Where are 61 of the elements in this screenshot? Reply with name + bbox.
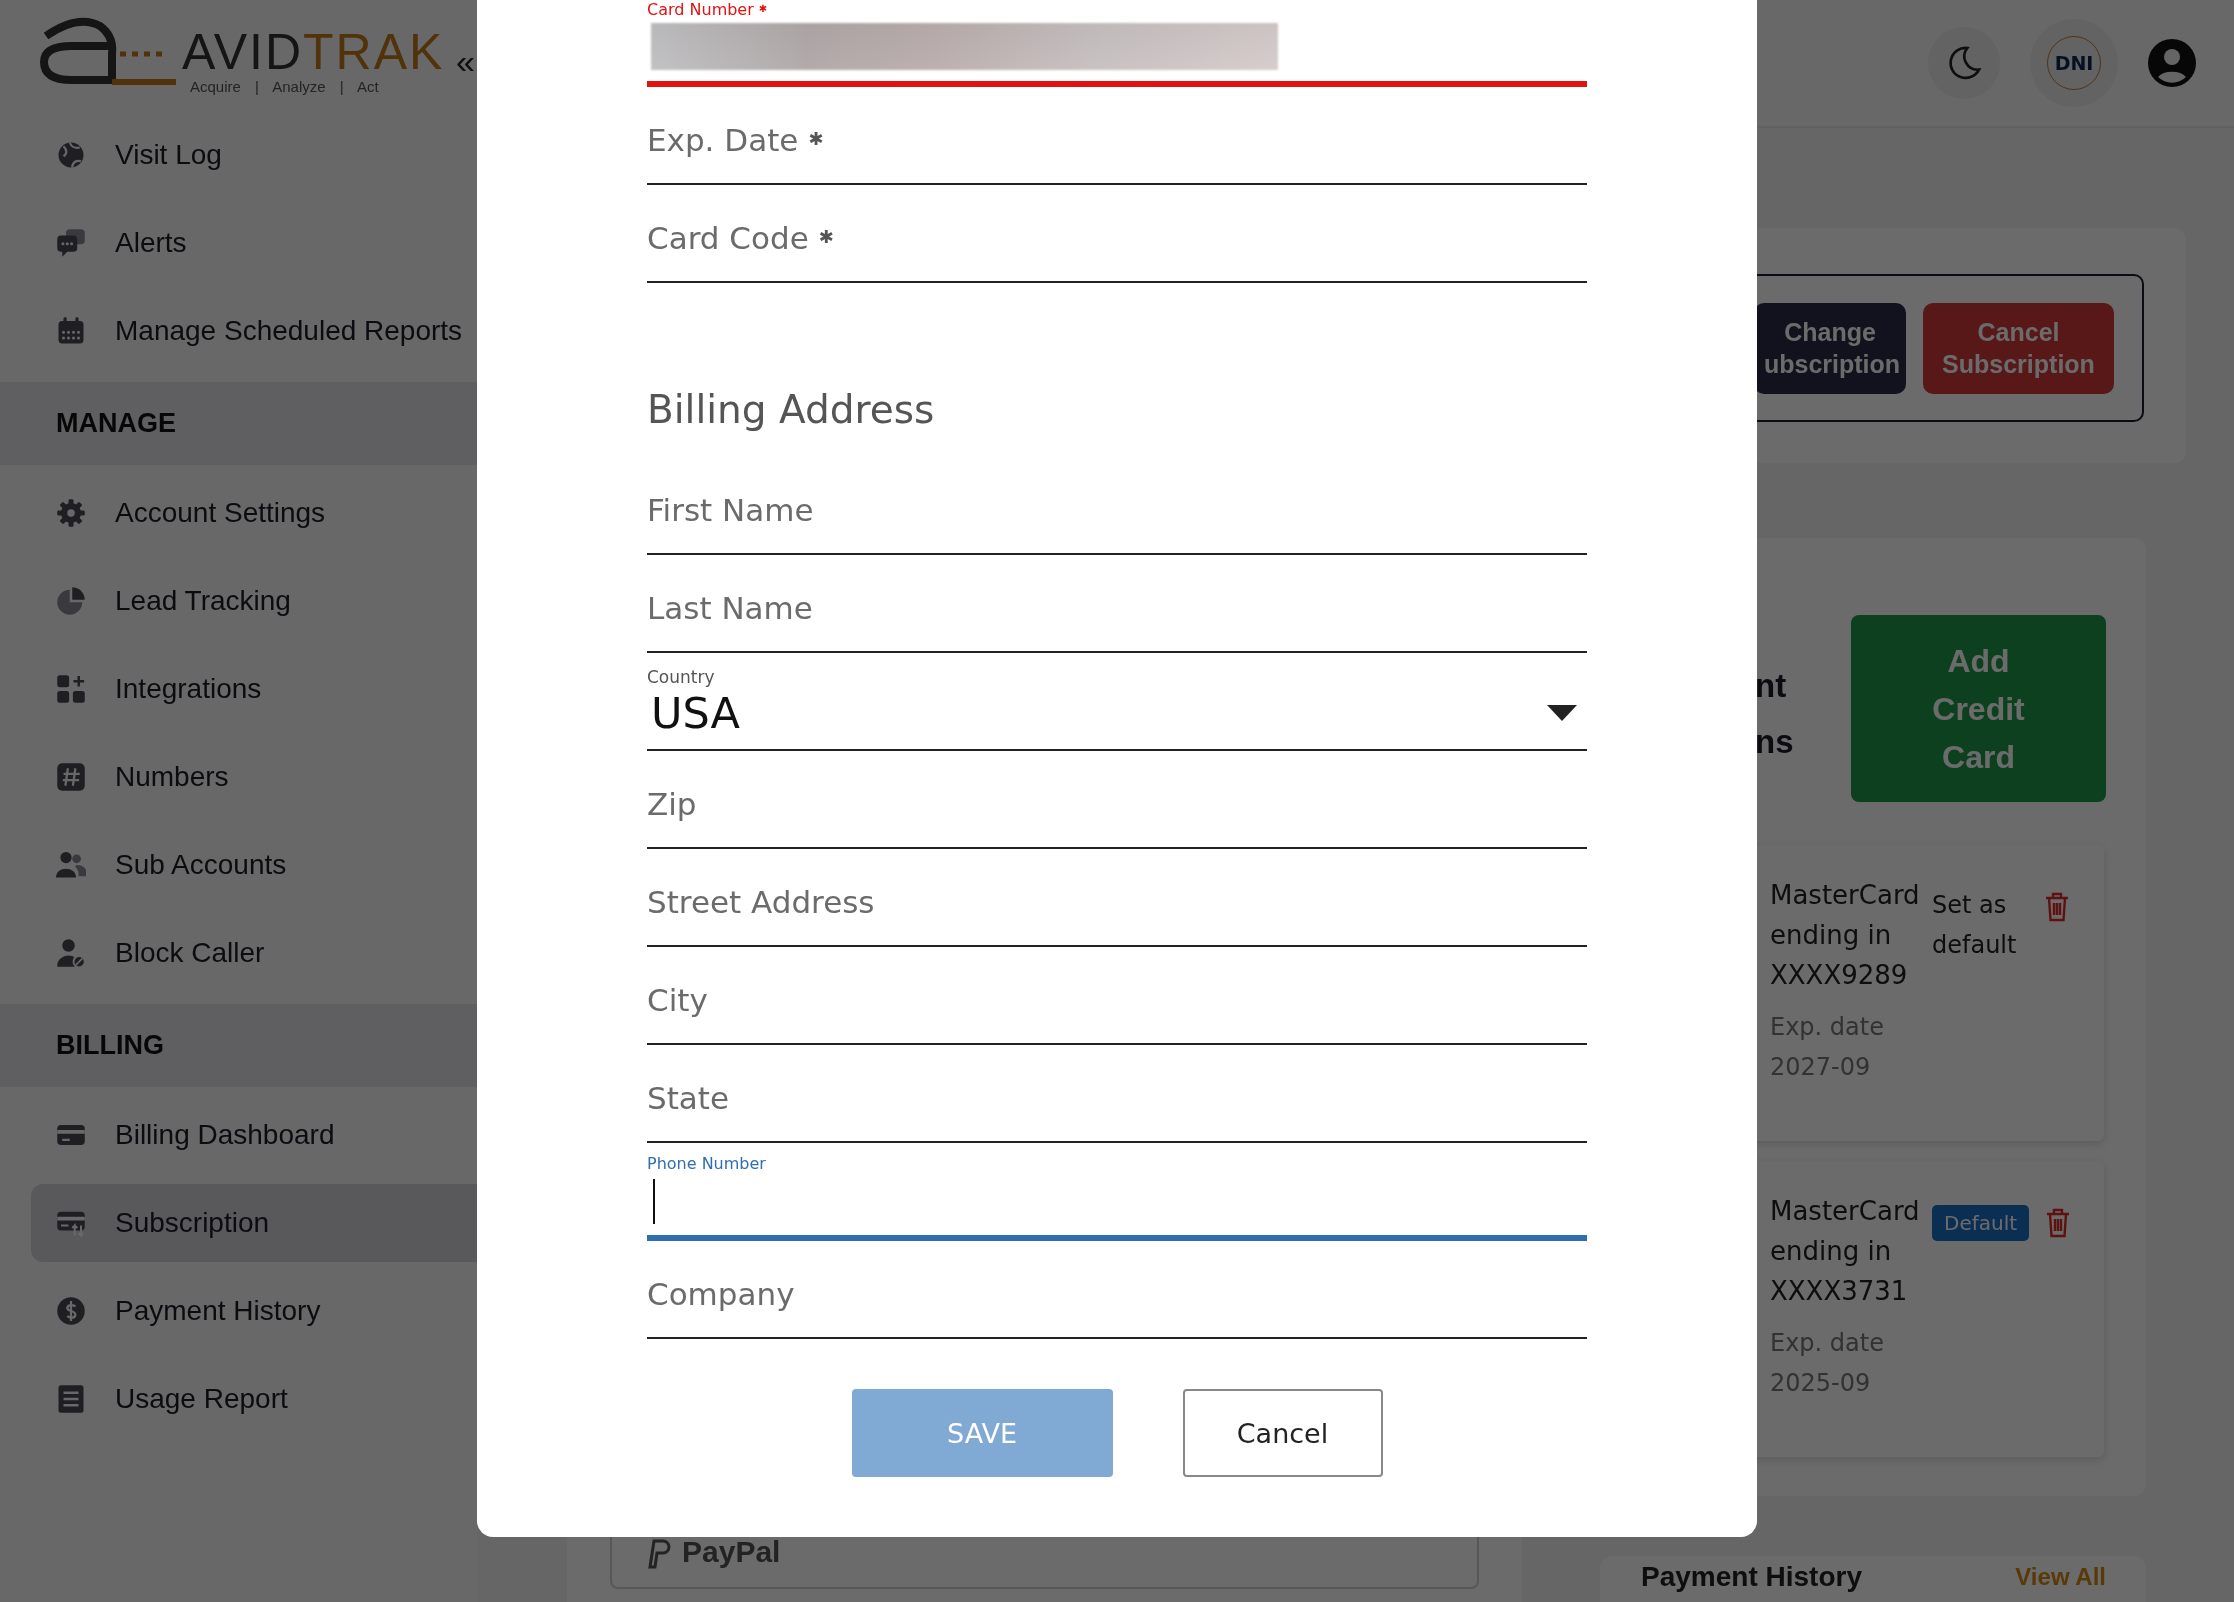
coin-icon — [56, 1296, 86, 1326]
section-heading: MANAGE — [56, 408, 176, 439]
user-icon[interactable] — [2148, 39, 2196, 87]
card-title: ns — [1755, 722, 1794, 761]
people-icon — [56, 850, 86, 880]
view-all-link[interactable]: View All — [2015, 1560, 2106, 1602]
sidebar-item[interactable]: Usage Report — [0, 1355, 477, 1443]
section-heading: BILLING — [56, 1030, 164, 1061]
set-default-link[interactable]: Set as default — [1932, 885, 2028, 965]
logo-wordmark: AVIDTRAK — [182, 26, 445, 78]
input-field[interactable]: Company — [647, 1241, 1587, 1339]
sidebar-item[interactable]: Billing Dashboard — [0, 1091, 477, 1179]
card-description: MasterCard ending in XXXX3731 — [1770, 1195, 1921, 1308]
globe-icon — [56, 140, 86, 170]
trash-icon[interactable] — [2044, 891, 2070, 923]
caret-icon — [1547, 705, 1577, 721]
pie-chart-icon — [56, 586, 86, 616]
card-title: Payment History — [1641, 1560, 1862, 1594]
settings-icon — [56, 498, 86, 528]
cancel-subscription-button[interactable]: Cancel Subscription — [1923, 302, 2114, 394]
sidebar-item[interactable]: Block Caller — [0, 909, 477, 997]
input-field[interactable]: Card Number $^{✱}$ — [647, 0, 1587, 87]
input-field[interactable]: City — [647, 947, 1587, 1045]
input-field[interactable]: Street Address — [647, 849, 1587, 947]
sidebar-item[interactable]: Lead Tracking — [0, 557, 477, 645]
change-subscription-button[interactable]: Change ubscription — [1754, 302, 1906, 394]
sidebar-item[interactable]: Subscription — [31, 1184, 477, 1262]
card-description: MasterCard ending in XXXX9289 — [1770, 879, 1921, 992]
logo-tagline: Acquire | Analyze | Act — [190, 78, 379, 95]
user-icon — [56, 938, 86, 968]
sidebar-item[interactable]: Alerts — [0, 199, 477, 287]
sidebar-item[interactable]: Visit Log — [0, 111, 477, 199]
add-card-button[interactable]: Add Credit Card — [1851, 615, 2106, 802]
input-field[interactable]: Phone Number — [647, 1143, 1587, 1241]
sidebar-item[interactable]: Manage Scheduled Reports — [0, 287, 477, 375]
calendar-icon — [56, 316, 86, 346]
apps-icon — [56, 674, 86, 704]
collapse-button[interactable]: « — [456, 44, 475, 78]
avatar-button[interactable]: DNI — [2030, 19, 2118, 107]
card-expiry: Exp. date 2027-09 — [1770, 1012, 1885, 1083]
card-expiry: Exp. date 2025-09 — [1770, 1328, 1885, 1399]
list-icon — [56, 1384, 86, 1414]
input-field[interactable]: First Name — [647, 457, 1587, 555]
sidebar-item[interactable]: Numbers — [0, 733, 477, 821]
input-field[interactable]: Exp. Date $^{✱}$ — [647, 87, 1587, 185]
country-select[interactable]: Country USA — [647, 653, 1587, 751]
hash-icon — [56, 762, 86, 792]
input-field[interactable]: Last Name — [647, 555, 1587, 653]
input-field[interactable]: Card Code $^{✱}$ — [647, 185, 1587, 283]
default-badge: Default — [1932, 1205, 2030, 1241]
sidebar-item[interactable]: Payment History — [0, 1267, 477, 1355]
input-field[interactable]: State — [647, 1045, 1587, 1143]
sidebar-item[interactable]: Integrations — [0, 645, 477, 733]
sidebar-item[interactable]: Sub Accounts — [0, 821, 477, 909]
card-title: nt — [1755, 666, 1788, 705]
input-field[interactable]: Zip — [647, 751, 1587, 849]
cancel-button[interactable]: Cancel — [1182, 1389, 1383, 1477]
sidebar-item[interactable]: Account Settings — [0, 469, 477, 557]
trash-icon[interactable] — [2045, 1207, 2072, 1239]
chat-icon — [56, 228, 86, 258]
section-heading: Billing Address — [647, 387, 935, 432]
